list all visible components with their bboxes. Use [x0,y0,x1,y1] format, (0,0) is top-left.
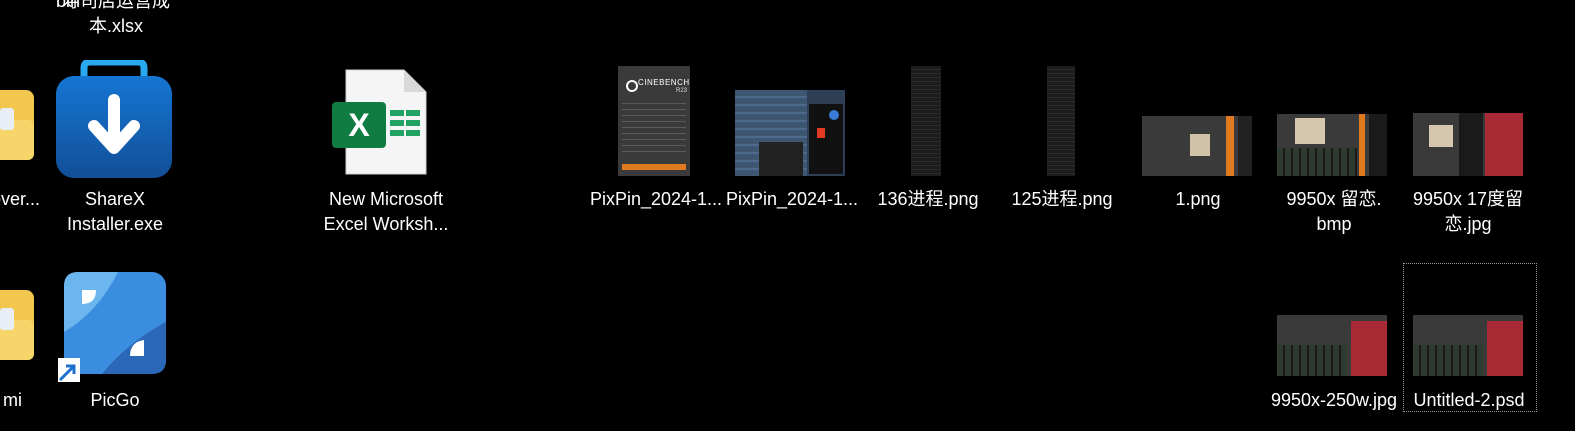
process-screenshot-thumbnail[interactable] [911,66,941,176]
image-file-label[interactable]: 1.png [1128,187,1268,212]
cinebench-brand-text: CINEBENCH [638,78,690,87]
psd-thumbnail[interactable] [1413,315,1523,376]
recycle-bin-label-partial[interactable]: bin [0,0,80,14]
folder-label-partial[interactable]: mi [0,388,22,413]
image-thumbnail[interactable] [1277,315,1387,376]
picgo-icon[interactable] [54,272,168,384]
cinebench-version-text: R23 [676,88,688,94]
folder-icon[interactable] [0,90,34,160]
sharex-installer-icon[interactable] [54,58,174,180]
image-file-label[interactable]: 136进程.png [858,187,998,212]
image-thumbnail[interactable] [1277,114,1387,176]
excel-file-icon[interactable]: X [332,68,428,176]
image-thumbnail[interactable] [1142,116,1252,176]
folder-label-partial[interactable]: over... [0,187,40,212]
sharex-installer-label[interactable]: ShareX Installer.exe [45,187,185,237]
image-thumbnail[interactable] [1413,113,1523,176]
image-file-label[interactable]: 9950x 17度留 恋.jpg [1398,187,1538,237]
pixpin-file-label[interactable]: PixPin_2024-1... [586,187,726,212]
picgo-label[interactable]: PicGo [45,388,185,413]
psd-file-label[interactable]: Untitled-2.psd [1399,388,1539,413]
image-file-label[interactable]: 125进程.png [992,187,1132,212]
cinebench-logo [626,80,638,92]
pixpin-screenshot-thumbnail[interactable] [735,90,845,176]
pixpin-screenshot-thumbnail[interactable]: CINEBENCH R23 [618,66,690,176]
excel-worksheet-label[interactable]: New Microsoft Excel Worksh... [316,187,456,237]
pixpin-file-label[interactable]: PixPin_2024-1... [722,187,862,212]
image-file-label[interactable]: 9950x 留恋. bmp [1264,187,1404,237]
svg-text:X: X [348,107,370,143]
process-screenshot-thumbnail[interactable] [1047,66,1075,176]
folder-icon[interactable] [0,290,34,360]
image-file-label[interactable]: 9950x-250w.jpg [1264,388,1404,413]
